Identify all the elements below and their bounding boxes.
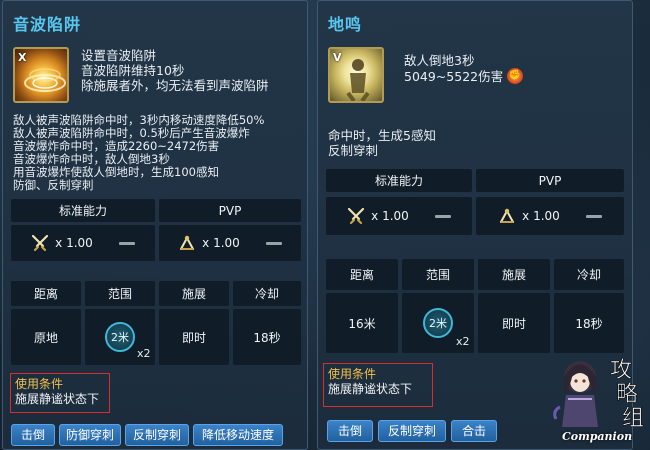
summary-line: 敌人倒地3秒	[404, 53, 475, 68]
distance-label: 距离	[326, 259, 398, 290]
tag-combo[interactable]: 合击	[451, 420, 497, 442]
cast-label: 施展	[159, 281, 229, 306]
tag-defense-pierce[interactable]: 防御穿刺	[59, 424, 121, 446]
condition-title: 使用条件	[15, 377, 64, 391]
distance-value: 16米	[326, 293, 398, 353]
range-value-cell: 2米 x2	[402, 293, 474, 353]
svg-text:攻: 攻	[610, 358, 632, 383]
skill-description: 命中时，生成5感知 反制穿刺	[328, 128, 436, 158]
range-value-cell: 2米 x2	[85, 309, 155, 365]
pvp-swords-icon	[180, 235, 195, 250]
skill-title: 音波陷阱	[13, 15, 82, 34]
cooldown-value: 18秒	[554, 293, 624, 353]
description-line: 命中时，生成5感知	[328, 128, 436, 143]
pvp-swords-icon	[500, 208, 515, 223]
standard-multiplier: x 1.00	[55, 236, 93, 250]
tag-knockdown[interactable]: 击倒	[11, 424, 55, 446]
hotkey-badge: X	[18, 51, 27, 64]
skill-summary: 敌人倒地3秒 5049~5522伤害 ✊	[404, 53, 524, 84]
range-value: 2米	[111, 331, 129, 344]
dash-icon	[585, 214, 602, 218]
condition-text: 施展静谧状态下	[15, 392, 100, 406]
standard-ability-header: 标准能力	[11, 199, 155, 222]
distance-label: 距离	[11, 281, 81, 306]
pvp-multiplier: x 1.00	[522, 209, 560, 223]
use-condition-box: 使用条件 施展静谧状态下	[10, 373, 110, 413]
hotkey-badge: V	[333, 51, 342, 64]
companion-watermark-text: Companion	[562, 430, 633, 443]
summary-line: 音波陷阱维持10秒	[81, 63, 185, 78]
standard-multiplier: x 1.00	[371, 209, 409, 223]
dash-icon	[434, 214, 451, 218]
description-line: 防御、反制穿刺	[13, 178, 94, 192]
range-label: 范围	[85, 281, 155, 306]
pvp-header: PVP	[159, 199, 301, 222]
damage-text: 5049~5522伤害	[404, 68, 504, 84]
tag-counter-pierce[interactable]: 反制穿刺	[378, 420, 446, 442]
skill-description: 敌人被声波陷阱命中时，3秒内移动速度降低50% 敌人被声波陷阱命中时，0.5秒后…	[13, 114, 264, 192]
range-multiplier: x2	[137, 347, 151, 360]
condition-text: 施展静谧状态下	[328, 382, 413, 396]
dash-icon	[118, 241, 135, 245]
skill-tooltip-sonic-trap: 音波陷阱 X 设置音波陷阱 音波陷阱维持10秒 除施展者外，均无法看到声波陷阱 …	[2, 0, 308, 450]
pvp-multiplier-cell: x 1.00	[476, 197, 624, 235]
earth-roar-skill-icon: V	[328, 47, 384, 103]
range-multiplier: x2	[456, 335, 470, 348]
cooldown-label: 冷却	[554, 259, 624, 290]
range-circle-icon: 2米	[423, 308, 453, 338]
dash-icon	[265, 241, 282, 245]
tag-counter-pierce[interactable]: 反制穿刺	[125, 424, 189, 446]
condition-title: 使用条件	[328, 367, 377, 381]
svg-text:组: 组	[622, 406, 644, 431]
description-line: 反制穿刺	[328, 143, 379, 158]
summary-line: 除施展者外，均无法看到声波陷阱	[81, 78, 269, 93]
tag-knockdown[interactable]: 击倒	[327, 420, 373, 442]
standard-ability-header: 标准能力	[326, 169, 472, 192]
damage-line: 5049~5522伤害 ✊	[404, 68, 524, 84]
fist-icon: ✊	[507, 68, 524, 84]
tag-slow[interactable]: 降低移动速度	[193, 424, 283, 446]
pvp-multiplier-cell: x 1.00	[159, 225, 301, 261]
standard-multiplier-cell: x 1.00	[326, 197, 472, 235]
cast-label: 施展	[478, 259, 550, 290]
skill-summary: 设置音波陷阱 音波陷阱维持10秒 除施展者外，均无法看到声波陷阱	[81, 48, 269, 93]
cast-value: 即时	[159, 309, 229, 365]
summary-line: 设置音波陷阱	[81, 48, 157, 63]
skill-title: 地鸣	[328, 15, 363, 34]
cast-value: 即时	[478, 293, 550, 353]
cooldown-label: 冷却	[233, 281, 301, 306]
crossed-swords-icon	[348, 207, 365, 225]
range-label: 范围	[402, 259, 474, 290]
distance-value: 原地	[11, 309, 81, 365]
cooldown-value: 18秒	[233, 309, 301, 365]
range-value: 2米	[429, 317, 447, 330]
svg-text:略: 略	[616, 382, 638, 407]
pvp-multiplier: x 1.00	[202, 236, 240, 250]
sonic-trap-skill-icon: X	[13, 47, 69, 103]
standard-multiplier-cell: x 1.00	[11, 225, 155, 261]
crossed-swords-icon	[32, 234, 49, 252]
range-circle-icon: 2米	[105, 322, 135, 352]
use-condition-box: 使用条件 施展静谧状态下	[323, 363, 433, 407]
pvp-header: PVP	[476, 169, 624, 192]
